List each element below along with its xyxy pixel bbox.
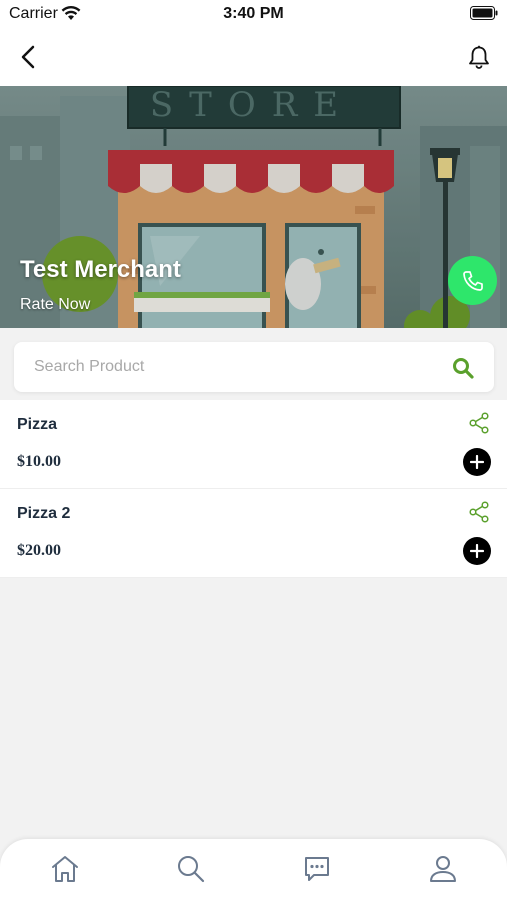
clock: 3:40 PM [223, 5, 284, 22]
add-to-cart-button[interactable] [463, 537, 491, 565]
merchant-name: Test Merchant [20, 256, 181, 283]
plus-icon [470, 544, 484, 558]
merchant-banner: STORE [0, 86, 507, 328]
tab-profile[interactable] [427, 853, 459, 885]
nav-bar [0, 30, 507, 86]
share-button[interactable] [468, 501, 490, 523]
product-item[interactable]: Pizza $10.00 [0, 400, 507, 489]
search-icon [453, 358, 474, 379]
share-button[interactable] [468, 412, 490, 434]
share-icon [469, 412, 489, 434]
search-button[interactable] [450, 355, 476, 381]
plus-icon [470, 455, 484, 469]
notifications-button[interactable] [465, 42, 493, 72]
search-input[interactable] [34, 342, 434, 392]
bell-icon [469, 45, 489, 69]
phone-icon [462, 270, 483, 291]
product-item[interactable]: Pizza 2 $20.00 [0, 489, 507, 578]
chevron-left-icon [21, 45, 35, 69]
call-button[interactable] [448, 256, 497, 305]
store-illustration: STORE [0, 86, 507, 328]
share-icon [469, 501, 489, 523]
chat-icon [305, 857, 329, 881]
bottom-tab-bar [0, 839, 507, 900]
back-button[interactable] [14, 42, 42, 72]
battery-icon [470, 6, 498, 25]
search-box [14, 342, 494, 392]
search-icon [178, 856, 205, 883]
home-icon [52, 856, 78, 882]
profile-icon [430, 856, 456, 882]
tab-messages[interactable] [301, 853, 333, 885]
product-price: $10.00 [17, 453, 61, 470]
tab-search[interactable] [175, 853, 207, 885]
product-name: Pizza [17, 416, 58, 433]
product-price: $20.00 [17, 542, 61, 559]
product-name: Pizza 2 [17, 505, 71, 522]
product-list: Pizza $10.00 Pizza 2 $20.00 [0, 400, 507, 578]
add-to-cart-button[interactable] [463, 448, 491, 476]
tab-home[interactable] [49, 853, 81, 885]
status-bar: Carrier 3:40 PM [0, 0, 507, 30]
rate-now-link[interactable]: Rate Now [20, 296, 90, 314]
